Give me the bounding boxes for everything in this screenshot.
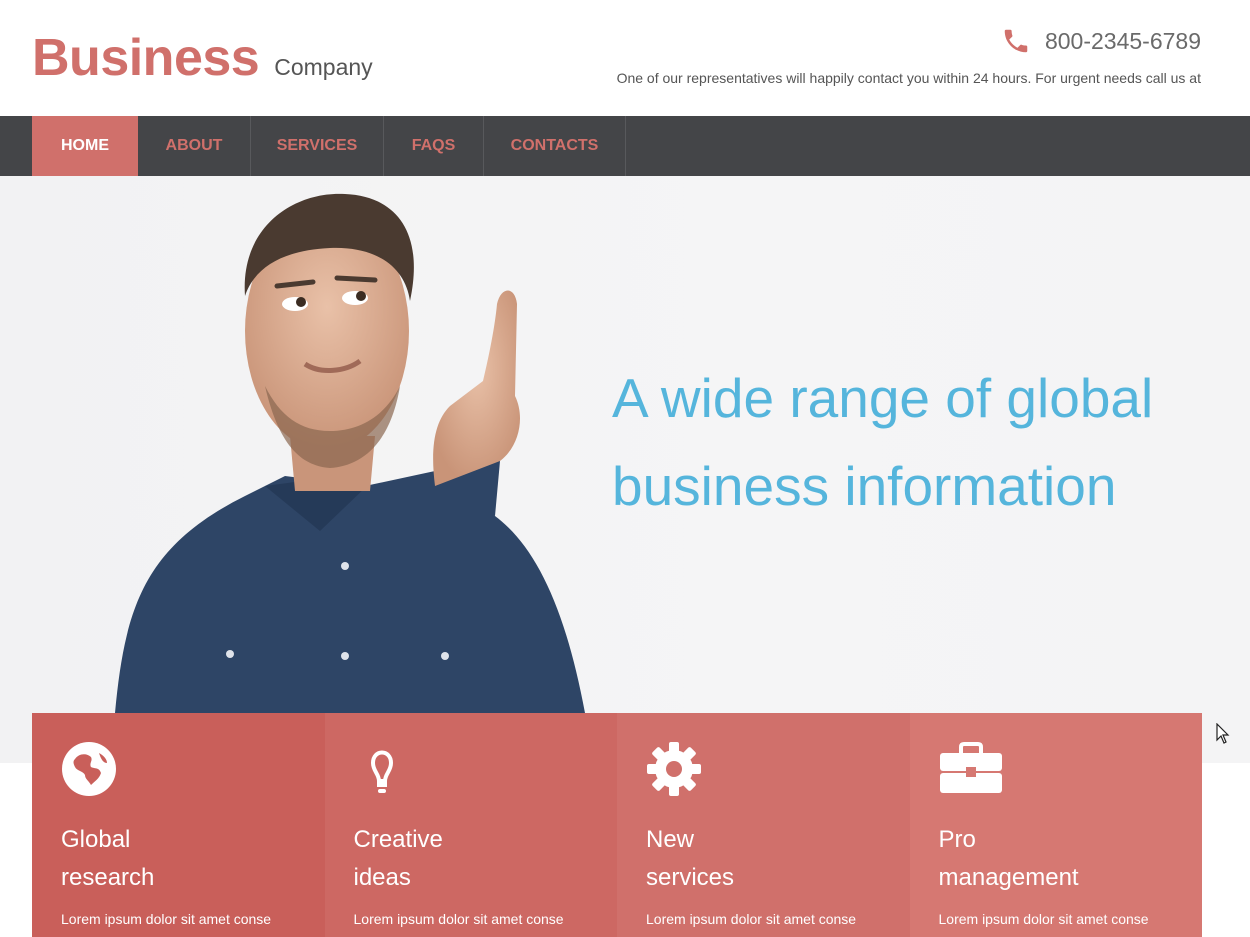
contact-note: One of our representatives will happily … (616, 70, 1201, 86)
nav-item-home[interactable]: HOME (32, 116, 138, 176)
feature-text: Lorem ipsum dolor sit amet conse (938, 911, 1149, 927)
hero-headline: A wide range of global business informat… (612, 354, 1212, 530)
nav-item-faqs[interactable]: FAQS (384, 116, 484, 176)
feature-title-line-2: ideas (353, 864, 411, 891)
feature-title: New services (646, 821, 910, 897)
globe-icon (62, 742, 116, 796)
hero-headline-line-2: business information (612, 455, 1117, 517)
feature-title: Pro management (939, 821, 1203, 897)
hero-banner: A wide range of global business informat… (0, 176, 1250, 763)
nav-item-about[interactable]: ABOUT (138, 116, 251, 176)
feature-text: Lorem ipsum dolor sit amet conse (61, 911, 272, 927)
briefcase-icon (939, 742, 1002, 793)
phone-number[interactable]: 800-2345-6789 (1045, 28, 1201, 55)
feature-creative-ideas[interactable]: Creative ideas Lorem ipsum dolor sit ame… (324, 713, 618, 937)
nav-item-services[interactable]: SERVICES (251, 116, 384, 176)
lightbulb-icon (370, 750, 393, 793)
feature-title: Global research (61, 821, 325, 897)
phone-icon (1004, 29, 1028, 53)
feature-title-line-1: New (646, 826, 695, 853)
brand-name: Business (32, 29, 260, 87)
main-nav: HOME ABOUT SERVICES FAQS CONTACTS (0, 116, 1250, 176)
logo[interactable]: Business Company (32, 28, 373, 88)
feature-title-line-2: services (646, 864, 735, 891)
feature-title-line-2: management (938, 864, 1079, 891)
man-pointing-up-photo (115, 193, 585, 713)
feature-new-services[interactable]: New services Lorem ipsum dolor sit amet … (617, 713, 910, 937)
feature-title-line-1: Global (61, 826, 131, 853)
page: Business Company 800-2345-6789 One of ou… (0, 0, 1250, 937)
nav-item-contacts[interactable]: CONTACTS (484, 116, 626, 176)
feature-title: Creative ideas (354, 821, 618, 897)
phone-contact: 800-2345-6789 (1001, 26, 1201, 56)
gear-icon (647, 742, 701, 796)
feature-text: Lorem ipsum dolor sit amet conse (646, 911, 857, 927)
mouse-cursor-icon (1216, 723, 1230, 744)
feature-pro-management[interactable]: Pro management Lorem ipsum dolor sit ame… (909, 713, 1203, 937)
feature-text: Lorem ipsum dolor sit amet conse (353, 911, 564, 927)
hero-headline-line-1: A wide range of global (612, 367, 1154, 429)
feature-tiles: Global research Lorem ipsum dolor sit am… (32, 713, 1202, 937)
feature-title-line-1: Pro (938, 826, 976, 853)
feature-title-line-1: Creative (353, 826, 443, 853)
feature-global-research[interactable]: Global research Lorem ipsum dolor sit am… (32, 713, 325, 937)
brand-tagline: Company (274, 54, 373, 80)
site-header: Business Company 800-2345-6789 One of ou… (0, 0, 1250, 116)
feature-title-line-2: research (61, 864, 155, 891)
